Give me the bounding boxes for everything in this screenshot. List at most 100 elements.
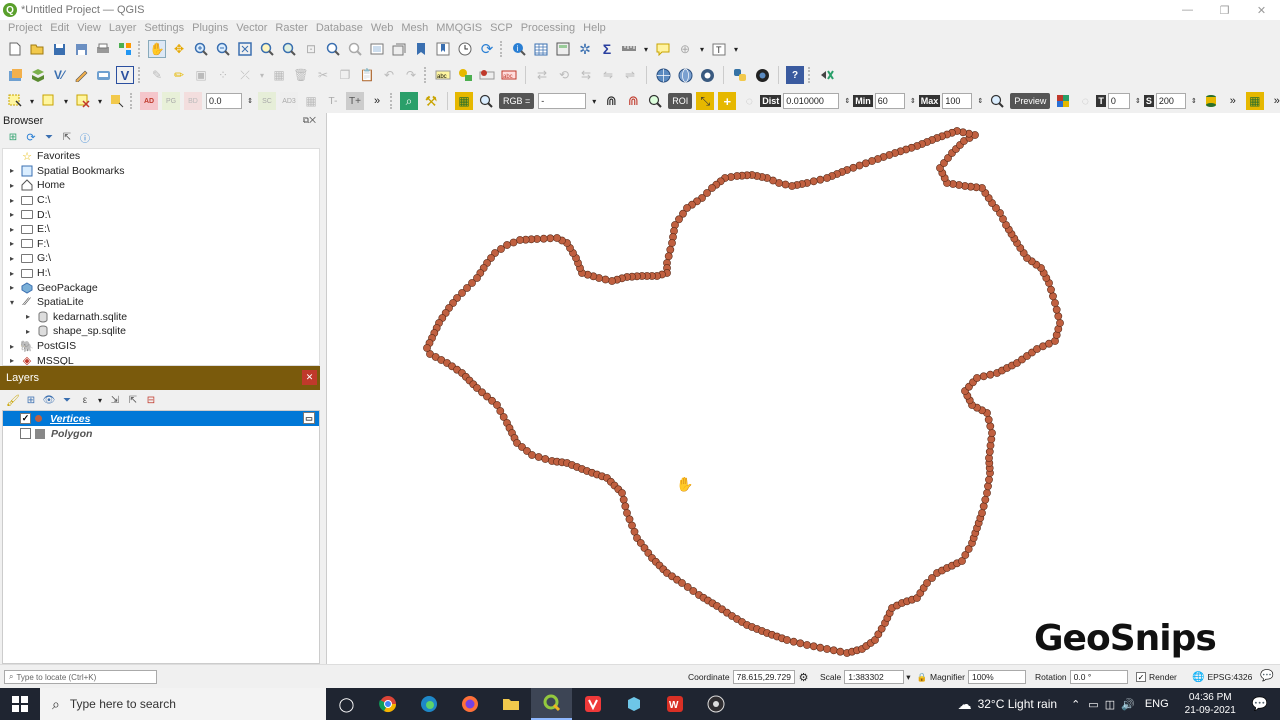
dropdown-arrow-icon[interactable]: ▾ (732, 40, 740, 58)
dropdown-arrow-icon[interactable]: ▾ (96, 393, 104, 407)
new-project-icon[interactable] (6, 40, 24, 58)
processing-toolbox-icon[interactable]: ✲ (576, 40, 594, 58)
copy-features-icon[interactable]: ❐ (336, 66, 354, 84)
add-selected-layers-icon[interactable]: ⊞ (6, 130, 20, 144)
toolbar-grip[interactable] (138, 41, 142, 57)
move-label-icon[interactable]: ⇄ (533, 66, 551, 84)
browser-item[interactable]: ▸ D:\ (3, 207, 319, 222)
refresh-browser-icon[interactable]: ⟳ (24, 130, 38, 144)
current-edits-icon[interactable]: ✎ (148, 66, 166, 84)
label-toolbar-icon[interactable]: abc (434, 66, 452, 84)
pan-to-selection-icon[interactable]: ✥ (170, 40, 188, 58)
web-globe-3-icon[interactable] (698, 66, 716, 84)
identify-icon[interactable]: i (510, 40, 528, 58)
dropdown-arrow-icon[interactable]: ▾ (642, 40, 650, 58)
web-globe-icon[interactable] (654, 66, 672, 84)
toolbar-grip[interactable] (390, 93, 394, 109)
more-tools-icon[interactable]: » (1268, 92, 1280, 110)
menu-mesh[interactable]: Mesh (401, 22, 428, 34)
menu-raster[interactable]: Raster (275, 22, 307, 34)
more-tools-icon[interactable]: » (1224, 92, 1242, 110)
add-vector-layer-icon[interactable] (28, 66, 46, 84)
delete-selected-icon[interactable]: 🗑 (292, 66, 310, 84)
menu-vector[interactable]: Vector (236, 22, 267, 34)
layer-row-vertices[interactable]: ✓ Vertices ▭ (3, 411, 319, 426)
maximize-button[interactable]: ❐ (1206, 0, 1243, 20)
zoom-layer-icon[interactable] (280, 40, 298, 58)
digitize-icon[interactable] (72, 66, 90, 84)
manage-theme-icon[interactable]: 👁 (42, 393, 56, 407)
filter-browser-icon[interactable]: ⏷ (42, 130, 56, 144)
s-input[interactable]: 200 (1155, 93, 1186, 109)
filter-expression-icon[interactable]: ε (78, 393, 92, 407)
zoom-last-icon[interactable] (324, 40, 342, 58)
notifications-icon[interactable]: 💬 (1252, 696, 1268, 712)
windows-start-button[interactable] (0, 688, 40, 720)
change-label-icon[interactable]: ⇆ (577, 66, 595, 84)
dropdown-arrow-icon[interactable]: ▾ (258, 66, 266, 84)
label-properties-icon[interactable]: ⇌ (621, 66, 639, 84)
layer-row-polygon[interactable]: Polygon (3, 426, 319, 441)
rotate-label-icon[interactable]: ⟲ (555, 66, 573, 84)
preview-redo-icon[interactable]: ◌ (1076, 92, 1094, 110)
menu-scp[interactable]: SCP (490, 22, 513, 34)
browser-item[interactable]: ☆ Favorites (3, 149, 319, 164)
menu-database[interactable]: Database (316, 22, 363, 34)
add-delimited-text-icon[interactable]: V⁄ (50, 66, 68, 84)
ad3-tool-icon[interactable]: AD3 (280, 92, 298, 110)
layer-visibility-checkbox[interactable]: ✓ (20, 413, 31, 424)
statistics-icon[interactable]: Σ (598, 40, 616, 58)
toggle-extents-icon[interactable]: ⚙ (799, 671, 809, 684)
zoom-to-image-icon[interactable] (477, 92, 495, 110)
new-3d-view-icon[interactable] (390, 40, 408, 58)
chevron-down-icon[interactable]: ▾ (7, 298, 17, 307)
firefox-icon[interactable] (449, 688, 490, 720)
spin-arrows-icon[interactable]: ⇕ (246, 92, 254, 110)
menu-plugins[interactable]: Plugins (192, 22, 228, 34)
browser-item[interactable]: ▸ C:\ (3, 193, 319, 208)
locator-search-input[interactable]: ⌕ Type to locate (Ctrl+K) (4, 670, 157, 684)
add-virtual-layer-icon[interactable]: V (116, 66, 134, 84)
zoom-in-icon[interactable] (192, 40, 210, 58)
dropdown-arrow-icon[interactable]: ▾ (906, 672, 910, 683)
sc-tool-icon[interactable]: SC (258, 92, 276, 110)
scp-tools-icon[interactable]: ⚒ (422, 92, 440, 110)
chevron-right-icon[interactable]: ▸ (7, 181, 17, 190)
text-annotation-icon[interactable]: T (710, 40, 728, 58)
chrome-icon[interactable] (367, 688, 408, 720)
snapping-icon[interactable]: BD (184, 92, 202, 110)
file-explorer-icon[interactable] (490, 688, 531, 720)
attribute-table-icon[interactable] (532, 40, 550, 58)
browser-item[interactable]: ▸ G:\ (3, 251, 319, 266)
rotation-field[interactable]: 0.0 ° (1069, 670, 1128, 684)
layer-visibility-checkbox[interactable] (20, 428, 31, 439)
preview-zoom-icon[interactable] (988, 92, 1006, 110)
layer-labeling-icon[interactable] (456, 66, 474, 84)
min-input[interactable]: 60 (874, 93, 905, 109)
browser-item[interactable]: ▸ E:\ (3, 222, 319, 237)
zoom-full-icon[interactable] (236, 40, 254, 58)
collapse-all-layers-icon[interactable]: ⇱ (126, 393, 140, 407)
browser-item[interactable]: ▸ Home (3, 178, 319, 193)
volume-icon[interactable]: 🔊 (1121, 698, 1135, 711)
zoom-selection-icon[interactable] (258, 40, 276, 58)
browser-item[interactable]: ▸ 🐘 PostGIS (3, 339, 319, 354)
t-plus-icon[interactable]: T+ (346, 92, 364, 110)
edge-icon[interactable] (408, 688, 449, 720)
browser-item[interactable]: ▸ Spatial Bookmarks (3, 164, 319, 179)
select-by-expression-icon[interactable] (40, 92, 58, 110)
scp-zoom-icon[interactable]: ⌕ (400, 92, 418, 110)
layers-close-button[interactable]: ✕ (302, 370, 317, 385)
python-console-icon[interactable] (731, 66, 749, 84)
menu-mmqgis[interactable]: MMQGIS (436, 22, 482, 34)
browser-item[interactable]: ▸ kedarnath.sqlite (3, 310, 319, 325)
chevron-right-icon[interactable]: ▸ (7, 356, 17, 365)
chevron-right-icon[interactable]: ▸ (7, 283, 17, 292)
chevron-right-icon[interactable]: ▸ (7, 254, 17, 263)
spin-arrows-icon[interactable]: ⇕ (976, 92, 984, 110)
t-input[interactable]: 0 (1107, 93, 1130, 109)
chevron-right-icon[interactable]: ▸ (7, 269, 17, 278)
vivaldi-icon[interactable] (572, 688, 613, 720)
magnifier-field[interactable]: 100% (967, 670, 1026, 684)
max-input[interactable]: 100 (942, 93, 973, 109)
